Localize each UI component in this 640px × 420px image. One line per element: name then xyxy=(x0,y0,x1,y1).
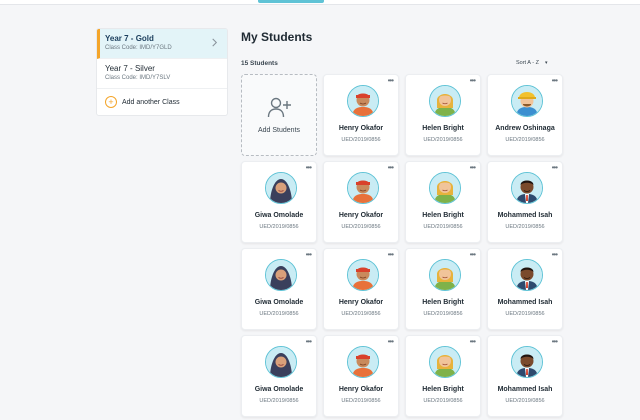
student-name: Helen Bright xyxy=(422,212,464,219)
student-name: Helen Bright xyxy=(422,299,464,306)
student-card[interactable]: ••• Henry Okafor UED/2019/0856 xyxy=(323,335,399,417)
class-list: Year 7 - Gold Class Code: IMD/Y7GLD Year… xyxy=(96,28,228,116)
girl-hijab-avatar xyxy=(265,259,297,291)
more-options-icon[interactable]: ••• xyxy=(470,338,476,346)
add-class-label: Add another Class xyxy=(122,98,180,106)
student-id: UED/2019/0856 xyxy=(341,311,381,317)
student-id: UED/2019/0856 xyxy=(505,311,545,317)
student-name: Henry Okafor xyxy=(338,299,384,306)
more-options-icon[interactable]: ••• xyxy=(552,164,558,172)
student-card[interactable]: ••• Helen Bright UED/2019/0856 xyxy=(405,74,481,156)
student-id: UED/2019/0856 xyxy=(505,398,545,404)
more-options-icon[interactable]: ••• xyxy=(388,338,394,346)
top-bar xyxy=(0,0,640,5)
more-options-icon[interactable]: ••• xyxy=(552,251,558,259)
girl-hijab-avatar xyxy=(265,172,297,204)
student-card[interactable]: ••• Mohammed Isah UED/2019/0856 xyxy=(487,161,563,243)
student-card[interactable]: ••• Henry Okafor UED/2019/0856 xyxy=(323,161,399,243)
student-card[interactable]: ••• Helen Bright UED/2019/0856 xyxy=(405,161,481,243)
sort-label: Sort A - Z xyxy=(516,60,539,66)
man-tie-avatar xyxy=(511,346,543,378)
student-name: Helen Bright xyxy=(422,125,464,132)
boy-cap-avatar xyxy=(347,172,379,204)
student-card[interactable]: ••• Mohammed Isah UED/2019/0856 xyxy=(487,248,563,330)
student-card[interactable]: ••• Helen Bright UED/2019/0856 xyxy=(405,335,481,417)
more-options-icon[interactable]: ••• xyxy=(388,251,394,259)
class-item-year7-silver[interactable]: Year 7 - Silver Class Code: IMD/Y7SLV xyxy=(97,59,227,89)
student-card[interactable]: ••• Giwa Omolade UED/2019/0856 xyxy=(241,161,317,243)
student-id: UED/2019/0856 xyxy=(341,398,381,404)
student-card[interactable]: ••• Henry Okafor UED/2019/0856 xyxy=(323,74,399,156)
man-tie-avatar xyxy=(511,259,543,291)
class-code: Class Code: IMD/Y7GLD xyxy=(105,45,172,51)
man-tie-avatar xyxy=(511,172,543,204)
more-options-icon[interactable]: ••• xyxy=(470,251,476,259)
student-id: UED/2019/0856 xyxy=(423,137,463,143)
add-students-label: Add Students xyxy=(257,127,301,134)
student-id: UED/2019/0856 xyxy=(423,311,463,317)
student-name: Giwa Omolade xyxy=(254,299,304,306)
student-id: UED/2019/0856 xyxy=(505,224,545,230)
plus-circle-icon: + xyxy=(105,96,117,108)
girl-blonde-avatar xyxy=(429,172,461,204)
boy-cap-avatar xyxy=(347,259,379,291)
student-card[interactable]: ••• Henry Okafor UED/2019/0856 xyxy=(323,248,399,330)
girl-blonde-avatar xyxy=(429,259,461,291)
girl-blonde-avatar xyxy=(429,346,461,378)
class-item-year7-gold[interactable]: Year 7 - Gold Class Code: IMD/Y7GLD xyxy=(97,29,227,59)
student-name: Henry Okafor xyxy=(338,212,384,219)
boy-cap-avatar xyxy=(347,346,379,378)
student-name: Giwa Omolade xyxy=(254,386,304,393)
student-card[interactable]: ••• Helen Bright UED/2019/0856 xyxy=(405,248,481,330)
more-options-icon[interactable]: ••• xyxy=(306,251,312,259)
student-id: UED/2019/0856 xyxy=(259,224,299,230)
add-students-button[interactable]: Add Students xyxy=(241,74,317,156)
student-card[interactable]: ••• Mohammed Isah UED/2019/0856 xyxy=(487,335,563,417)
student-id: UED/2019/0856 xyxy=(505,137,545,143)
page-title: My Students xyxy=(241,30,313,44)
student-name: Mohammed Isah xyxy=(497,299,553,306)
more-options-icon[interactable]: ••• xyxy=(306,338,312,346)
more-options-icon[interactable]: ••• xyxy=(470,77,476,85)
more-options-icon[interactable]: ••• xyxy=(388,164,394,172)
student-id: UED/2019/0856 xyxy=(423,224,463,230)
student-count: 15 Students xyxy=(241,60,278,67)
girl-blonde-avatar xyxy=(429,85,461,117)
student-name: Henry Okafor xyxy=(338,386,384,393)
class-name: Year 7 - Gold xyxy=(105,34,154,43)
student-name: Mohammed Isah xyxy=(497,212,553,219)
student-card[interactable]: ••• Giwa Omolade UED/2019/0856 xyxy=(241,335,317,417)
student-id: UED/2019/0856 xyxy=(259,398,299,404)
girl-hijab-avatar xyxy=(265,346,297,378)
more-options-icon[interactable]: ••• xyxy=(470,164,476,172)
add-user-icon xyxy=(267,97,291,118)
student-name: Henry Okafor xyxy=(338,125,384,132)
sort-dropdown[interactable]: Sort A - Z ▾ xyxy=(516,60,547,66)
more-options-icon[interactable]: ••• xyxy=(388,77,394,85)
caret-down-icon: ▾ xyxy=(544,60,548,66)
more-options-icon[interactable]: ••• xyxy=(552,338,558,346)
student-id: UED/2019/0856 xyxy=(341,224,381,230)
student-name: Helen Bright xyxy=(422,386,464,393)
student-name: Andrew Oshinaga xyxy=(495,125,555,132)
student-name: Mohammed Isah xyxy=(497,386,553,393)
add-class-button[interactable]: + Add another Class xyxy=(97,89,227,115)
student-id: UED/2019/0856 xyxy=(423,398,463,404)
student-name: Giwa Omolade xyxy=(254,212,304,219)
class-code: Class Code: IMD/Y7SLV xyxy=(105,75,171,81)
more-options-icon[interactable]: ••• xyxy=(552,77,558,85)
student-id: UED/2019/0856 xyxy=(259,311,299,317)
class-name: Year 7 - Silver xyxy=(105,64,155,73)
boy-hardhat-avatar xyxy=(511,85,543,117)
boy-cap-avatar xyxy=(347,85,379,117)
more-options-icon[interactable]: ••• xyxy=(306,164,312,172)
active-tab-indicator xyxy=(258,0,324,3)
student-card[interactable]: ••• Andrew Oshinaga UED/2019/0856 xyxy=(487,74,563,156)
student-card[interactable]: ••• Giwa Omolade UED/2019/0856 xyxy=(241,248,317,330)
student-id: UED/2019/0856 xyxy=(341,137,381,143)
chevron-right-icon xyxy=(212,38,218,47)
